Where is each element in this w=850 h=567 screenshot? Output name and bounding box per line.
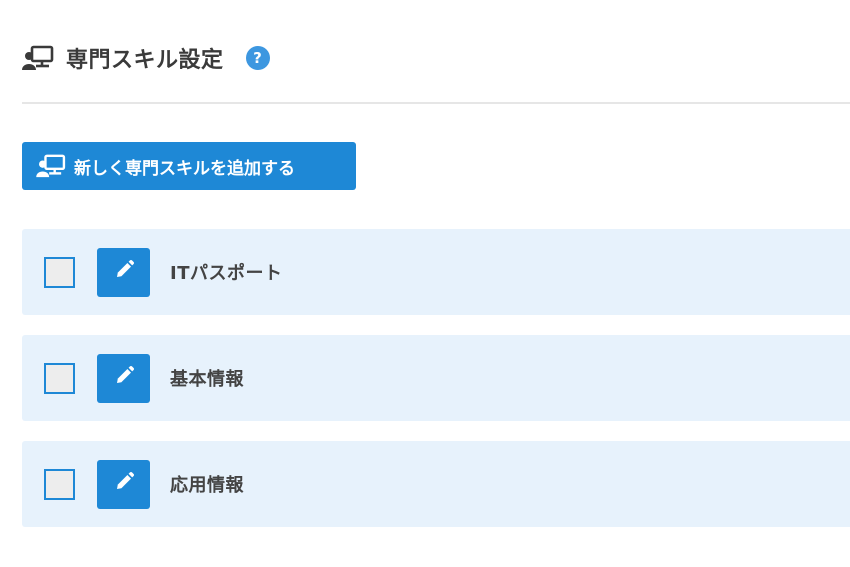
pencil-icon — [113, 259, 135, 285]
skill-name: 応用情報 — [170, 475, 244, 496]
skill-settings-page: 専門スキル設定 ? 新しく専門スキルを追加する ITパスポート 基本情報 応用情… — [0, 0, 850, 567]
add-skill-button-label: 新しく専門スキルを追加する — [74, 158, 295, 179]
skill-row: 基本情報 — [22, 335, 850, 421]
skill-name: 基本情報 — [170, 369, 244, 390]
add-skill-button[interactable]: 新しく専門スキルを追加する — [22, 142, 356, 190]
edit-skill-button[interactable] — [97, 353, 150, 403]
pencil-icon — [113, 471, 135, 497]
skill-name: ITパスポート — [170, 263, 283, 284]
edit-skill-button[interactable] — [97, 247, 150, 297]
edit-skill-button[interactable] — [97, 459, 150, 509]
question-icon[interactable]: ? — [245, 46, 270, 70]
skill-checkbox[interactable] — [44, 362, 75, 394]
pencil-icon — [113, 365, 135, 391]
person-board-icon — [22, 44, 54, 72]
skill-checkbox[interactable] — [44, 256, 75, 288]
person-board-icon — [36, 154, 66, 178]
help-label: ? — [253, 49, 262, 67]
page-title: 専門スキル設定 — [66, 48, 224, 73]
skill-row: 応用情報 — [22, 441, 850, 527]
header-divider — [22, 102, 850, 104]
skill-checkbox[interactable] — [44, 468, 75, 500]
skill-row: ITパスポート — [22, 229, 850, 315]
skill-list: ITパスポート 基本情報 応用情報 — [22, 229, 850, 547]
page-header: 専門スキル設定 ? — [22, 38, 270, 78]
